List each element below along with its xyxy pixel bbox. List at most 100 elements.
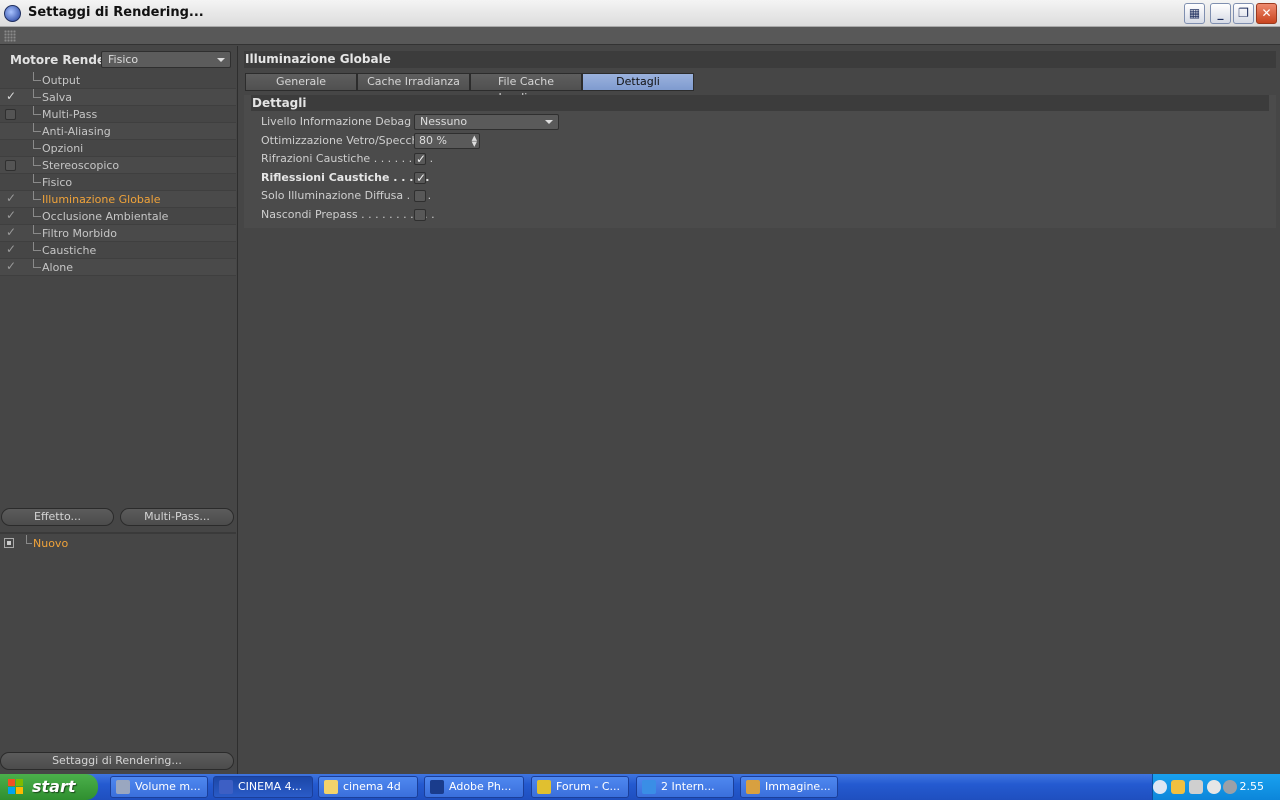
multipass-button[interactable]: Multi-Pass... bbox=[120, 508, 234, 526]
tree-branch-line bbox=[33, 123, 41, 132]
debug-level-select[interactable]: Nessuno bbox=[414, 114, 559, 130]
system-tray: 2.55 bbox=[1152, 774, 1280, 800]
clock: 2.55 bbox=[1239, 780, 1265, 793]
setting-label: Livello Informazione Debag . . . bbox=[261, 115, 433, 128]
tree-branch-line bbox=[33, 72, 41, 81]
checkbox[interactable] bbox=[414, 190, 426, 202]
tree-item-salva[interactable]: Salva bbox=[0, 88, 236, 106]
tree-branch-line bbox=[33, 242, 41, 251]
task-app-icon bbox=[430, 780, 444, 794]
tree-item-stereoscopico[interactable]: Stereoscopico bbox=[0, 157, 236, 174]
tree-item-occlusione-ambientale[interactable]: Occlusione Ambientale bbox=[0, 207, 236, 225]
setting-row: Nascondi Prepass . . . . . . . . . . . bbox=[261, 206, 681, 224]
spinner-arrows-icon[interactable]: ▲ ▼ bbox=[472, 134, 477, 147]
checkmark-icon[interactable] bbox=[5, 190, 16, 207]
checkmark-icon[interactable] bbox=[5, 258, 16, 275]
checkmark-icon[interactable] bbox=[5, 88, 16, 105]
tree-branch-line bbox=[33, 106, 41, 115]
tree-item-output[interactable]: Output bbox=[0, 72, 236, 89]
preset-item[interactable]: Nuovo bbox=[0, 535, 236, 552]
tab-cache-irradianza[interactable]: Cache Irradianza bbox=[357, 73, 470, 91]
chevron-down-icon bbox=[217, 58, 225, 62]
tab-generale[interactable]: Generale bbox=[245, 73, 357, 91]
tree-item-alone[interactable]: Alone bbox=[0, 258, 236, 276]
tree-item-opzioni[interactable]: Opzioni bbox=[0, 140, 236, 157]
tree-item-illuminazione-globale[interactable]: Illuminazione Globale bbox=[0, 190, 236, 208]
volume-icon[interactable] bbox=[1189, 780, 1203, 794]
taskbar-task[interactable]: Volume m... bbox=[110, 776, 208, 798]
left-panel: Motore Render Fisico Output Salva Multi-Pa… bbox=[0, 46, 238, 774]
render-engine-select[interactable]: Fisico bbox=[101, 51, 231, 68]
setting-label: Rifrazioni Caustiche . . . . . . . . . bbox=[261, 152, 434, 165]
taskbar-task[interactable]: Forum - C... bbox=[531, 776, 629, 798]
render-engine-row: Motore Render Fisico bbox=[0, 48, 238, 70]
window-titlebar[interactable]: Settaggi di Rendering... ▦ _ ❐ ✕ bbox=[0, 0, 1280, 27]
task-app-icon bbox=[746, 780, 760, 794]
checkmark-icon[interactable] bbox=[5, 241, 16, 258]
checkbox[interactable] bbox=[5, 160, 16, 171]
tree-item-label: Multi-Pass bbox=[42, 108, 98, 121]
tree-branch-line bbox=[33, 191, 41, 200]
task-app-icon bbox=[642, 780, 656, 794]
render-settings-button[interactable]: Settaggi di Rendering... bbox=[0, 752, 234, 770]
effect-button[interactable]: Effetto... bbox=[1, 508, 114, 526]
render-engine-label: Motore Render bbox=[10, 53, 111, 67]
select-value: Nessuno bbox=[420, 115, 468, 128]
tree-branch-line bbox=[26, 535, 32, 544]
taskbar-task[interactable]: Immagine... bbox=[740, 776, 838, 798]
group-title[interactable]: Dettagli bbox=[251, 95, 1269, 111]
setting-row: Solo Illuminazione Diffusa . . . . bbox=[261, 187, 681, 205]
tree-item-filtro-morbido[interactable]: Filtro Morbido bbox=[0, 224, 236, 242]
restore-button[interactable]: ❐ bbox=[1233, 3, 1254, 24]
checkmark-icon[interactable] bbox=[5, 207, 16, 224]
tree-branch-line bbox=[33, 89, 41, 98]
tree-item-caustiche[interactable]: Caustiche bbox=[0, 241, 236, 259]
checkmark-icon[interactable] bbox=[5, 224, 16, 241]
taskbar-task[interactable]: Adobe Ph... bbox=[424, 776, 524, 798]
tree-branch-line bbox=[33, 225, 41, 234]
start-button[interactable]: start bbox=[0, 774, 98, 800]
task-label: Forum - C... bbox=[556, 780, 621, 793]
checkbox-checked[interactable] bbox=[414, 150, 426, 168]
layout-icon[interactable]: ▦ bbox=[1184, 3, 1205, 24]
tab-dettagli[interactable]: Dettagli bbox=[582, 73, 694, 91]
task-app-icon bbox=[537, 780, 551, 794]
tree-item-anti-aliasing[interactable]: Anti-Aliasing bbox=[0, 123, 236, 140]
optimization-input[interactable]: 80 % ▲ ▼ bbox=[414, 132, 480, 149]
tray-app-icon[interactable] bbox=[1207, 780, 1221, 794]
tab-file-cache-irradianza[interactable]: File Cache Irradianza bbox=[470, 73, 582, 104]
taskbar-task[interactable]: CINEMA 4... bbox=[213, 776, 313, 798]
grip-icon[interactable] bbox=[4, 30, 16, 42]
taskbar-task[interactable]: 2 Intern... bbox=[636, 776, 734, 798]
setting-label: Ottimizzazione Vetro/Specchio bbox=[261, 133, 429, 147]
checkbox[interactable] bbox=[5, 109, 16, 120]
tree-item-label: Stereoscopico bbox=[42, 159, 120, 172]
tree-item-multi-pass[interactable]: Multi-Pass bbox=[0, 106, 236, 123]
setting-row: Riflessioni Caustiche . . . . . bbox=[261, 169, 681, 187]
tree-item-fisico[interactable]: Fisico bbox=[0, 174, 236, 191]
preset-label: Nuovo bbox=[33, 537, 69, 550]
minimize-button[interactable]: _ bbox=[1210, 3, 1231, 24]
chevron-left-icon[interactable] bbox=[1153, 780, 1167, 794]
task-label: Adobe Ph... bbox=[449, 780, 512, 793]
taskbar: start Volume m... CINEMA 4... cinema 4d Ado… bbox=[0, 774, 1280, 800]
close-button[interactable]: ✕ bbox=[1256, 3, 1277, 24]
chevron-down-icon bbox=[545, 120, 553, 124]
setting-row: Rifrazioni Caustiche . . . . . . . . . bbox=[261, 150, 681, 168]
checkbox[interactable] bbox=[414, 208, 426, 221]
taskbar-task[interactable]: cinema 4d bbox=[318, 776, 418, 798]
setting-label: Nascondi Prepass . . . . . . . . . . . bbox=[261, 207, 435, 221]
number-value: 80 % bbox=[419, 133, 447, 147]
start-label: start bbox=[32, 777, 76, 796]
setting-row: Ottimizzazione Vetro/Specchio 80 % ▲ ▼ bbox=[261, 132, 681, 150]
presets-list: Nuovo bbox=[0, 535, 236, 552]
tree-branch-line bbox=[33, 174, 41, 183]
tray-power-icon[interactable] bbox=[1223, 780, 1237, 794]
checkbox-checked[interactable] bbox=[414, 169, 426, 187]
network-icon[interactable] bbox=[1171, 780, 1185, 794]
tree-item-label: Anti-Aliasing bbox=[42, 125, 111, 138]
tree-item-label: Fisico bbox=[42, 176, 73, 189]
window-title: Settaggi di Rendering... bbox=[28, 5, 204, 20]
toolbar-strip bbox=[0, 27, 1280, 45]
task-app-icon bbox=[219, 780, 233, 794]
